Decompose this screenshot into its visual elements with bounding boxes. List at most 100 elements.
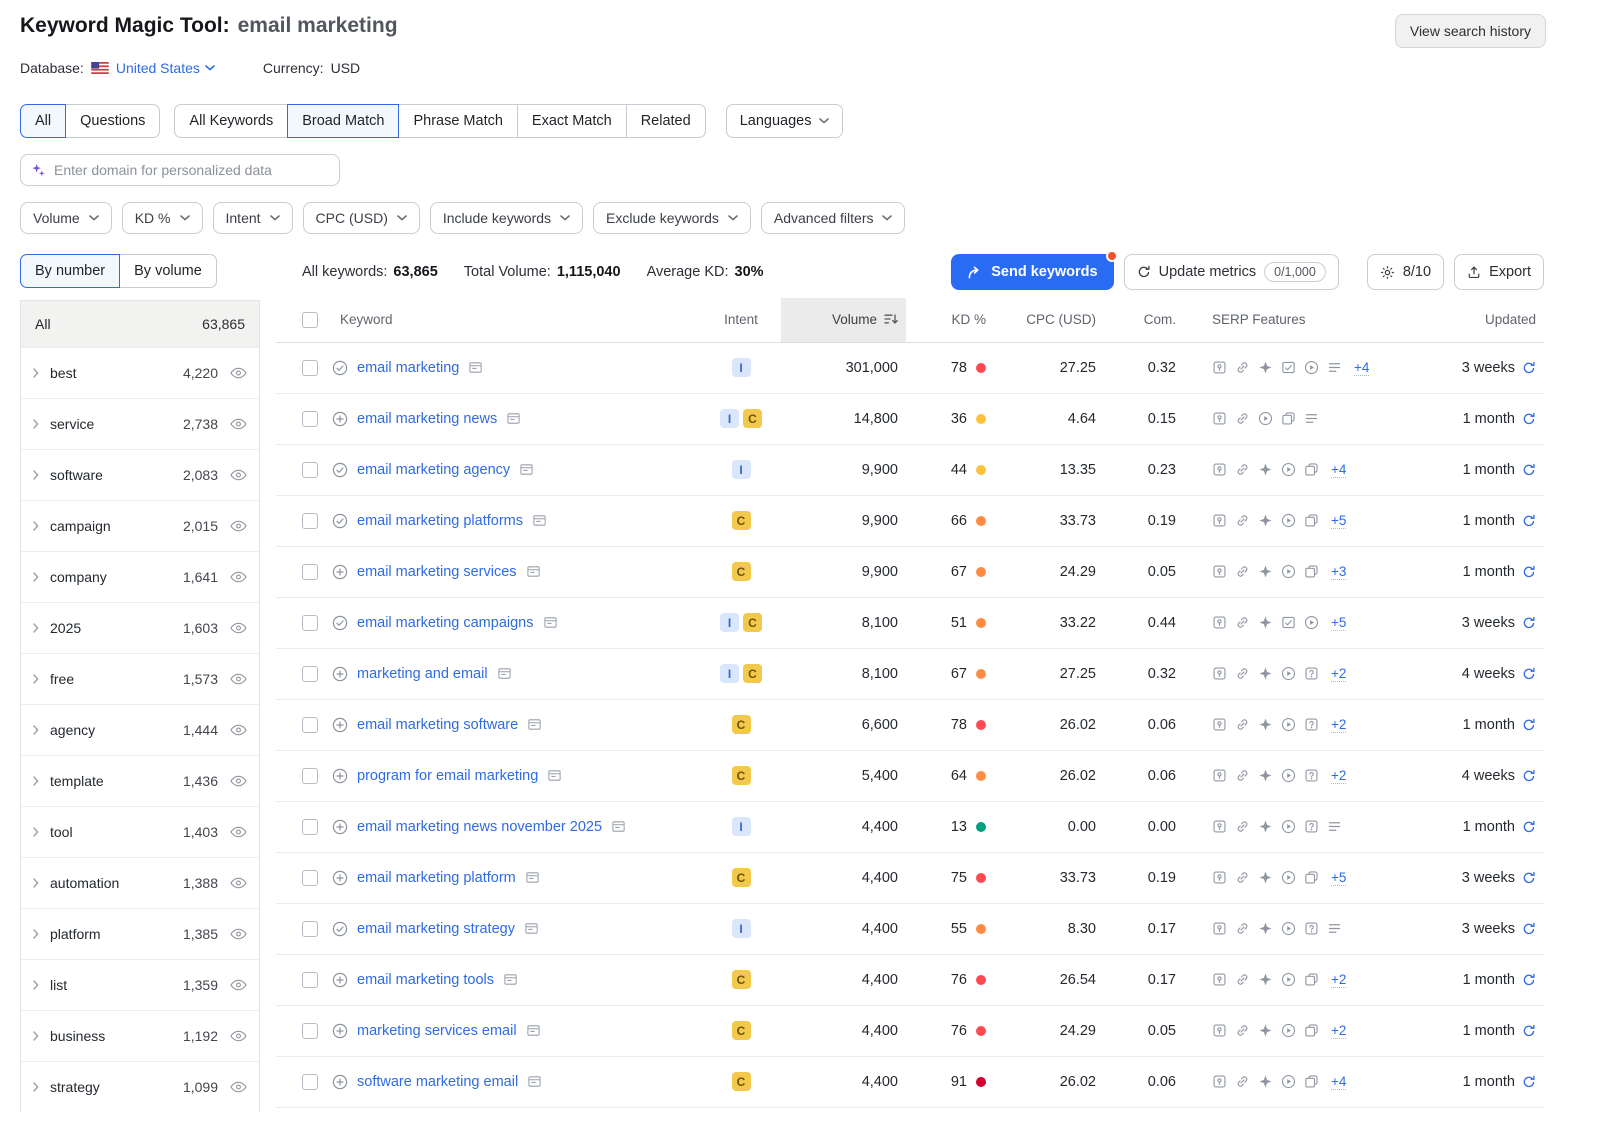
serp-preview-icon[interactable] <box>527 1074 542 1089</box>
serp-preview-icon[interactable] <box>526 564 541 579</box>
serp-more-link[interactable]: +5 <box>1331 870 1347 886</box>
keyword-link[interactable]: email marketing news november 2025 <box>357 819 602 835</box>
row-checkbox[interactable] <box>302 410 318 427</box>
refresh-icon[interactable] <box>1522 361 1536 375</box>
filter-exclude-keywords[interactable]: Exclude keywords <box>593 202 751 234</box>
select-all-checkbox[interactable] <box>302 311 318 328</box>
sidebar-group-business[interactable]: business 1,192 <box>21 1010 259 1061</box>
row-checkbox[interactable] <box>302 767 318 784</box>
add-keyword-plus-icon[interactable] <box>332 870 348 886</box>
row-checkbox[interactable] <box>302 563 318 580</box>
refresh-icon[interactable] <box>1522 463 1536 477</box>
settings-quota-button[interactable]: 8/10 <box>1366 254 1445 290</box>
filter-cpc-usd-[interactable]: CPC (USD) <box>302 202 420 234</box>
eye-icon[interactable] <box>230 775 247 787</box>
row-checkbox[interactable] <box>302 461 318 478</box>
row-checkbox[interactable] <box>302 359 318 376</box>
row-checkbox[interactable] <box>302 869 318 886</box>
sidebar-item-all[interactable]: All 63,865 <box>21 301 259 347</box>
keyword-link[interactable]: email marketing strategy <box>357 921 515 937</box>
add-keyword-plus-icon[interactable] <box>332 972 348 988</box>
serp-preview-icon[interactable] <box>543 615 558 630</box>
refresh-icon[interactable] <box>1522 1075 1536 1089</box>
export-button[interactable]: Export <box>1454 254 1544 290</box>
keyword-link[interactable]: email marketing campaigns <box>357 615 534 631</box>
serp-more-link[interactable]: +4 <box>1331 1074 1347 1090</box>
sidebar-group-campaign[interactable]: campaign 2,015 <box>21 500 259 551</box>
tab-broad-match[interactable]: Broad Match <box>287 104 400 138</box>
column-keyword[interactable]: Keyword <box>332 298 701 343</box>
eye-icon[interactable] <box>230 673 247 685</box>
eye-icon[interactable] <box>230 571 247 583</box>
row-checkbox[interactable] <box>302 665 318 682</box>
eye-icon[interactable] <box>230 622 247 634</box>
serp-preview-icon[interactable] <box>527 717 542 732</box>
sidebar-group-strategy[interactable]: strategy 1,099 <box>21 1061 259 1112</box>
sidebar-group-2025[interactable]: 2025 1,603 <box>21 602 259 653</box>
eye-icon[interactable] <box>230 1030 247 1042</box>
row-checkbox[interactable] <box>302 920 318 937</box>
refresh-icon[interactable] <box>1522 616 1536 630</box>
serp-more-link[interactable]: +5 <box>1331 513 1347 529</box>
row-checkbox[interactable] <box>302 614 318 631</box>
keyword-link[interactable]: software marketing email <box>357 1074 518 1090</box>
eye-icon[interactable] <box>230 469 247 481</box>
row-checkbox[interactable] <box>302 1022 318 1039</box>
row-checkbox[interactable] <box>302 971 318 988</box>
serp-more-link[interactable]: +4 <box>1331 462 1347 478</box>
serp-preview-icon[interactable] <box>506 411 521 426</box>
serp-more-link[interactable]: +3 <box>1331 564 1347 580</box>
sidebar-group-platform[interactable]: platform 1,385 <box>21 908 259 959</box>
tab-all[interactable]: All <box>20 104 67 138</box>
refresh-icon[interactable] <box>1522 565 1536 579</box>
keyword-link[interactable]: email marketing platform <box>357 870 516 886</box>
refresh-icon[interactable] <box>1522 922 1536 936</box>
row-checkbox[interactable] <box>302 1073 318 1090</box>
languages-dropdown[interactable]: Languages <box>725 104 844 138</box>
refresh-icon[interactable] <box>1522 667 1536 681</box>
keyword-link[interactable]: program for email marketing <box>357 768 538 784</box>
eye-icon[interactable] <box>230 928 247 940</box>
serp-preview-icon[interactable] <box>526 1023 541 1038</box>
view-search-history-button[interactable]: View search history <box>1394 14 1546 48</box>
serp-more-link[interactable]: +2 <box>1331 666 1347 682</box>
serp-preview-icon[interactable] <box>468 360 483 375</box>
tab-all-keywords[interactable]: All Keywords <box>174 104 289 138</box>
column-com[interactable]: Com. <box>1104 298 1184 343</box>
tab-phrase-match[interactable]: Phrase Match <box>398 104 518 138</box>
eye-icon[interactable] <box>230 724 247 736</box>
sidebar-group-service[interactable]: service 2,738 <box>21 398 259 449</box>
column-kd[interactable]: KD % <box>906 298 994 343</box>
send-keywords-button[interactable]: Send keywords <box>951 250 1118 290</box>
refresh-icon[interactable] <box>1522 973 1536 987</box>
row-checkbox[interactable] <box>302 512 318 529</box>
serp-more-link[interactable]: +2 <box>1331 1023 1347 1039</box>
serp-more-link[interactable]: +4 <box>1354 360 1370 376</box>
tab-exact-match[interactable]: Exact Match <box>516 104 627 138</box>
refresh-icon[interactable] <box>1522 769 1536 783</box>
eye-icon[interactable] <box>230 367 247 379</box>
keyword-link[interactable]: email marketing services <box>357 564 517 580</box>
add-keyword-plus-icon[interactable] <box>332 1023 348 1039</box>
sidebar-group-software[interactable]: software 2,083 <box>21 449 259 500</box>
serp-preview-icon[interactable] <box>497 666 512 681</box>
sidebar-group-agency[interactable]: agency 1,444 <box>21 704 259 755</box>
keyword-link[interactable]: email marketing agency <box>357 462 510 478</box>
sidebar-group-list[interactable]: list 1,359 <box>21 959 259 1010</box>
filter-intent[interactable]: Intent <box>212 202 293 234</box>
filter-advanced-filters[interactable]: Advanced filters <box>760 202 906 234</box>
sidebar-group-tool[interactable]: tool 1,403 <box>21 806 259 857</box>
serp-preview-icon[interactable] <box>503 972 518 987</box>
keyword-link[interactable]: marketing services email <box>357 1023 517 1039</box>
serp-preview-icon[interactable] <box>611 819 626 834</box>
serp-preview-icon[interactable] <box>547 768 562 783</box>
keyword-link[interactable]: email marketing news <box>357 411 497 427</box>
refresh-icon[interactable] <box>1522 820 1536 834</box>
row-checkbox[interactable] <box>302 818 318 835</box>
eye-icon[interactable] <box>230 1081 247 1093</box>
keyword-link[interactable]: email marketing platforms <box>357 513 523 529</box>
tab-by-volume[interactable]: By volume <box>119 254 217 288</box>
sidebar-group-automation[interactable]: automation 1,388 <box>21 857 259 908</box>
database-selector[interactable]: Database: United States <box>20 60 215 76</box>
eye-icon[interactable] <box>230 979 247 991</box>
